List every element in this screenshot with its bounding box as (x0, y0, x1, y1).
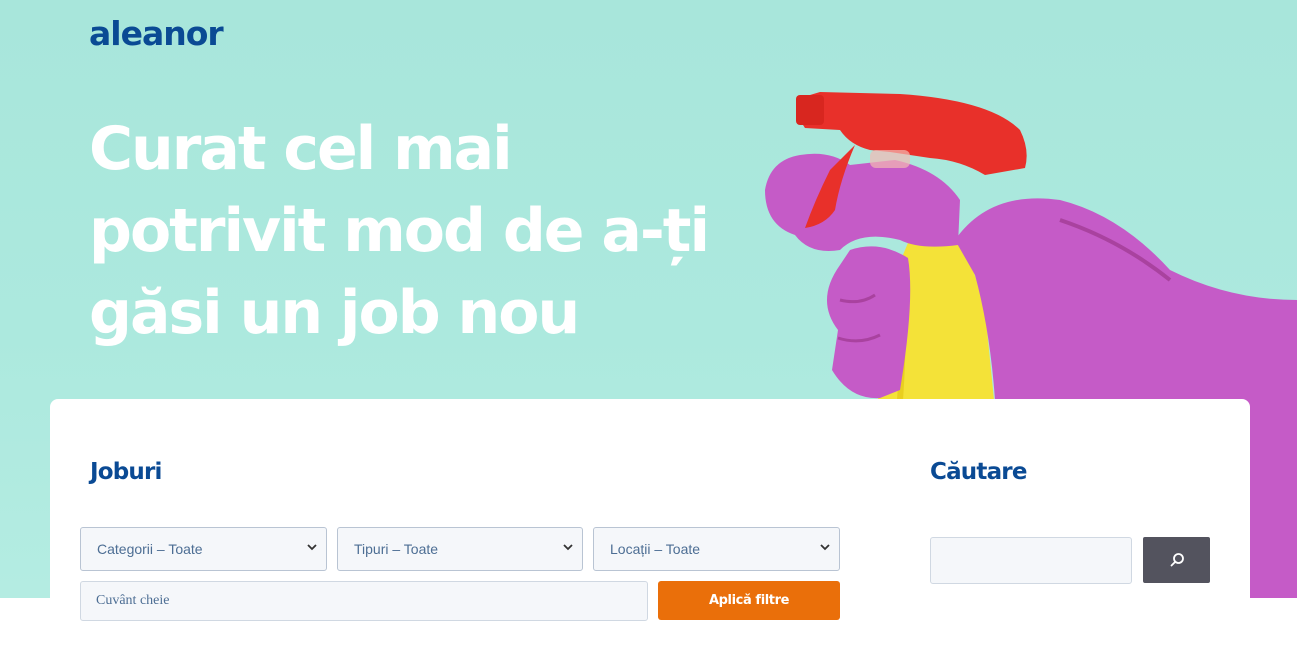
chevron-down-icon (563, 544, 573, 551)
keyword-input[interactable] (80, 581, 648, 621)
type-select-value: Tipuri – Toate (354, 541, 439, 557)
location-select[interactable]: Locații – Toate (593, 527, 840, 571)
chevron-down-icon (820, 544, 830, 551)
type-select[interactable]: Tipuri – Toate (337, 527, 583, 571)
category-select[interactable]: Categorii – Toate (80, 527, 327, 571)
jobs-panel: Joburi Categorii – Toate Tipuri – Toate … (50, 399, 1250, 659)
search-title: Căutare (930, 459, 1027, 485)
search-button[interactable] (1143, 537, 1210, 583)
category-select-value: Categorii – Toate (97, 541, 203, 557)
location-select-value: Locații – Toate (610, 541, 701, 557)
search-icon (1170, 553, 1184, 567)
jobs-title: Joburi (90, 459, 162, 485)
chevron-down-icon (307, 544, 317, 551)
apply-filters-button[interactable]: Aplică filtre (658, 581, 840, 620)
search-input[interactable] (930, 537, 1132, 584)
